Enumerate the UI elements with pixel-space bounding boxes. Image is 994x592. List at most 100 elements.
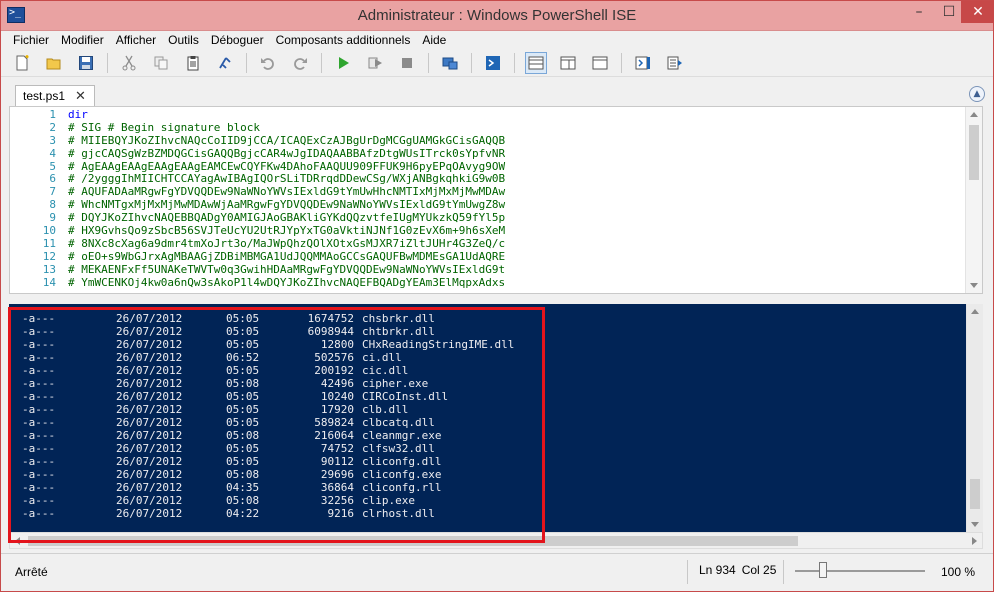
- scroll-down-icon[interactable]: [970, 283, 978, 288]
- new-file-button[interactable]: [11, 52, 33, 74]
- code-line[interactable]: # AQUFADAaMRgwFgYDVQQDEw9NaWNoYWVsIExldG…: [68, 186, 962, 199]
- console-row: -a--- 26/07/2012 05:05 589824 clbcatq.dll: [22, 416, 963, 429]
- code-line[interactable]: # oEO+s9WbGJrxAgMBAAGjZDBiMBMGA1UdJQQMMA…: [68, 251, 962, 264]
- pane-splitter[interactable]: [9, 294, 983, 304]
- scroll-up-icon[interactable]: [971, 309, 979, 314]
- paste-button[interactable]: [182, 52, 204, 74]
- menu-modifier[interactable]: Modifier: [55, 33, 110, 47]
- line-number: 1: [49, 109, 56, 121]
- script-editor[interactable]: 1 2 3 4 5 6 7 8 9 10 11 12 13 14 dir # SIG # Begin sig…: [9, 106, 983, 294]
- code-line[interactable]: # MEKAENFxFf5UNAKeTWVTw0q3GwihHDAaMRgwFg…: [68, 264, 962, 277]
- tab-close-icon[interactable]: ✕: [75, 88, 86, 104]
- zoom-slider-thumb[interactable]: [819, 562, 827, 578]
- scroll-right-icon[interactable]: [972, 537, 977, 545]
- file-date: 26/07/2012: [116, 468, 183, 481]
- code-line[interactable]: # SIG # Begin signature block: [68, 122, 962, 135]
- status-divider: [687, 560, 688, 584]
- code-line[interactable]: # gjcCAQSgWzBZMDQGCisGAQQBgjcCAR4wJgIDAQ…: [68, 148, 962, 161]
- file-size: 6098944: [307, 325, 354, 338]
- scroll-thumb[interactable]: [28, 536, 798, 546]
- code-line[interactable]: # 8NXc8cXag6a9dmr4tmXoJrt3o/MaJWpQhzQOlX…: [68, 238, 962, 251]
- console-row: -a--- 26/07/2012 05:08 42496 cipher.exe: [22, 377, 963, 390]
- file-time: 05:05: [226, 442, 260, 455]
- new-file-icon: [16, 54, 29, 70]
- file-size: 10240: [320, 390, 354, 403]
- code-line[interactable]: # WhcNMTgxMjMxMjMwMDAwWjAaMRgwFgYDVQQDEw…: [68, 199, 962, 212]
- redo-button[interactable]: [289, 52, 311, 74]
- code-line[interactable]: # YmWCENKOj4kw0a6nQw3sAkoP1l4wDQYJKoZIhv…: [68, 277, 962, 290]
- file-time: 06:52: [226, 351, 260, 364]
- file-name: clbcatq.dll: [362, 416, 435, 429]
- menu-fichier[interactable]: Fichier: [7, 33, 55, 47]
- show-command-addon-button[interactable]: [664, 52, 686, 74]
- open-folder-icon: [46, 58, 61, 69]
- scroll-down-icon[interactable]: [971, 522, 979, 527]
- undo-button[interactable]: [257, 52, 279, 74]
- file-mode: -a---: [22, 455, 56, 468]
- menu-aide[interactable]: Aide: [416, 33, 452, 47]
- script-code[interactable]: dir # SIG # Begin signature block # MIIEBQ…: [68, 109, 962, 289]
- stop-button[interactable]: [396, 52, 418, 74]
- code-line[interactable]: # HX9GvhsQo9zSbcB56SVJTeUcYU2UtRJYpYxTG0…: [68, 225, 962, 238]
- copy-button[interactable]: [150, 52, 172, 74]
- minimize-button[interactable]: –: [905, 1, 933, 23]
- show-script-pane-max-button[interactable]: [589, 52, 611, 74]
- scroll-thumb[interactable]: [970, 479, 980, 509]
- console-horizontal-scrollbar[interactable]: [9, 532, 983, 549]
- console-vertical-scrollbar[interactable]: [966, 304, 983, 532]
- code-line[interactable]: # AgEAAgEAAgEAAgEAAgEAMCEwCQYFKw4DAhoFAA…: [68, 161, 962, 174]
- file-date: 26/07/2012: [116, 429, 183, 442]
- run-selection-button[interactable]: [364, 52, 386, 74]
- file-size: 29696: [320, 468, 354, 481]
- save-button[interactable]: [75, 52, 97, 74]
- show-command-window-button[interactable]: [632, 52, 654, 74]
- console-row: -a--- 26/07/2012 05:05 90112 cliconfg.dll: [22, 455, 963, 468]
- file-time: 05:05: [226, 455, 260, 468]
- scroll-thumb[interactable]: [969, 125, 979, 180]
- run-selection-icon: [368, 57, 382, 68]
- tab-test-ps1[interactable]: test.ps1 ✕: [15, 85, 95, 106]
- collapse-script-pane-button[interactable]: ▲: [969, 86, 985, 102]
- file-mode: -a---: [22, 468, 56, 481]
- title-bar[interactable]: Administrateur : Windows PowerShell ISE …: [1, 1, 994, 31]
- cursor-position: Ln 934 Col 25: [699, 563, 782, 577]
- scroll-up-icon[interactable]: [970, 112, 978, 117]
- console-pane[interactable]: -a--- 26/07/2012 05:05 1674752 chsbrkr.dll -a…: [9, 304, 983, 532]
- editor-vertical-scrollbar[interactable]: [965, 107, 982, 293]
- code-line[interactable]: # DQYJKoZIhvcNAQEBBQADgY0AMIGJAoGBAKliGY…: [68, 212, 962, 225]
- toolbar-separator: [621, 52, 622, 73]
- close-button[interactable]: ✕: [961, 1, 994, 23]
- console-row: -a--- 26/07/2012 05:08 32256 clip.exe: [22, 494, 963, 507]
- show-script-pane-right-button[interactable]: [557, 52, 579, 74]
- file-name: cliconfg.exe: [362, 468, 442, 481]
- file-date: 26/07/2012: [116, 325, 183, 338]
- show-script-pane-top-icon: [528, 56, 544, 69]
- file-name: clrhost.dll: [362, 507, 435, 520]
- show-command-addon-icon: [667, 56, 682, 69]
- show-script-pane-top-button[interactable]: [525, 51, 547, 74]
- maximize-button[interactable]: ☐: [935, 1, 963, 23]
- scroll-left-icon[interactable]: [15, 537, 20, 545]
- file-size: 74752: [320, 442, 354, 455]
- menu-composants-additionnels[interactable]: Composants additionnels: [270, 33, 417, 47]
- menu-deboguer[interactable]: Déboguer: [205, 33, 270, 47]
- menu-outils[interactable]: Outils: [162, 33, 205, 47]
- copy-icon: [154, 56, 168, 69]
- code-line[interactable]: # MIIEBQYJKoZIhvcNAQcCoIID9jCCA/ICAQExCz…: [68, 135, 962, 148]
- powershell-ise-window: Administrateur : Windows PowerShell ISE …: [0, 0, 994, 592]
- file-name: chsbrkr.dll: [362, 312, 435, 325]
- zoom-slider-track[interactable]: [795, 570, 925, 572]
- clear-console-button[interactable]: [214, 52, 236, 74]
- line-number: Ln 934: [699, 563, 736, 577]
- remote-powershell-button[interactable]: [439, 52, 461, 74]
- menu-afficher[interactable]: Afficher: [110, 33, 162, 47]
- file-date: 26/07/2012: [116, 416, 183, 429]
- open-file-button[interactable]: [43, 52, 65, 74]
- cut-icon: [122, 55, 136, 70]
- run-script-button[interactable]: [332, 52, 354, 74]
- code-line[interactable]: dir: [68, 109, 962, 122]
- console-row: -a--- 26/07/2012 05:05 17920 clb.dll: [22, 403, 963, 416]
- cut-button[interactable]: [118, 52, 140, 74]
- start-powershell-button[interactable]: [482, 52, 504, 74]
- code-line[interactable]: # /2ygggIhMIICHTCCAYagAwIBAgIQOrSLiTDRrq…: [68, 173, 962, 186]
